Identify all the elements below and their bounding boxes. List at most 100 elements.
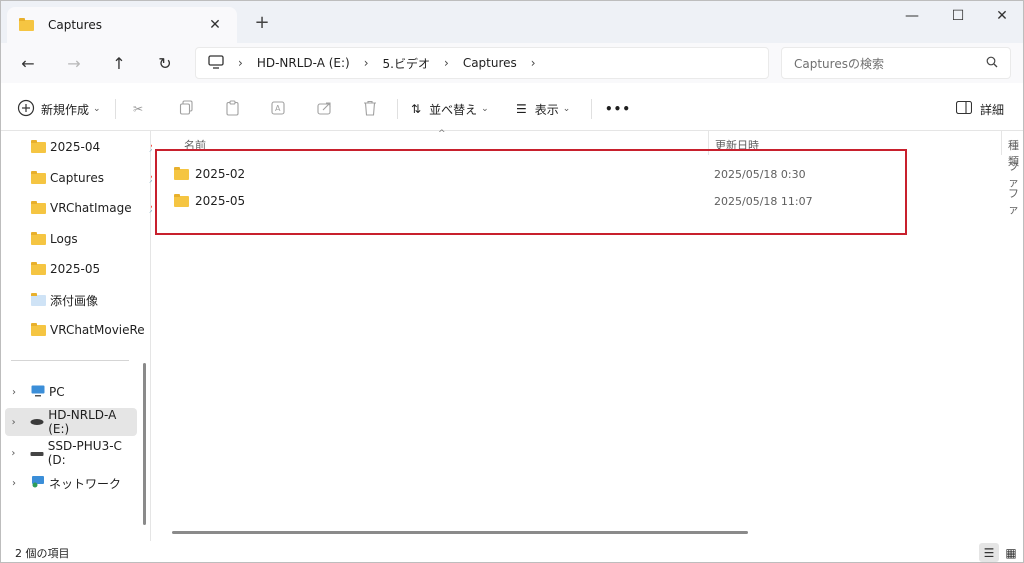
sidebar-item-label: ネットワーク [49, 476, 122, 491]
list-icon: ☰ [983, 545, 995, 560]
refresh-button[interactable]: ↻ [152, 50, 178, 76]
chevron-right-icon[interactable]: › [5, 478, 23, 489]
modified-date: 2025/05/18 0:30 [714, 167, 806, 181]
tab-title: Captures [48, 18, 102, 32]
sidebar-item-label: 添付画像 [50, 293, 99, 308]
file-name: 2025-02 [195, 167, 246, 181]
view-list-icon: ☰ [516, 102, 527, 116]
details-label: 詳細 [980, 102, 1005, 117]
minimize-button[interactable]: — [889, 1, 935, 31]
forward-button[interactable]: → [61, 50, 87, 76]
trash-icon [363, 100, 377, 119]
search-icon [986, 56, 998, 71]
table-row[interactable]: 2025-02 2025/05/18 0:30 ファ [166, 160, 1023, 189]
pc-icon [31, 385, 45, 400]
chevron-right-icon: › [363, 56, 369, 70]
back-button[interactable]: ← [15, 50, 41, 76]
sidebar-item-logs[interactable]: Logs [31, 225, 163, 253]
sidebar-item-hd-nrld-a[interactable]: › HD-NRLD-A (E:) [5, 408, 137, 436]
tiles-view-button[interactable]: ▦ [1001, 543, 1021, 562]
sidebar-item-vrchatimage[interactable]: VRChatImage 📌 [31, 194, 163, 222]
new-button-label: 新規作成 [41, 102, 90, 117]
new-button[interactable]: 新規作成 ⌄ [17, 95, 101, 123]
details-pane-button[interactable]: 詳細 [955, 95, 1005, 123]
rename-icon: A [271, 100, 287, 119]
svg-text:A: A [275, 104, 281, 113]
file-name: 2025-05 [195, 194, 246, 208]
sidebar-item-2025-04[interactable]: 2025-04 📌 [31, 133, 163, 161]
breadcrumb-captures[interactable]: Captures [463, 56, 517, 70]
divider [115, 99, 116, 119]
network-icon [31, 475, 45, 491]
divider [397, 99, 398, 119]
file-explorer-window: Captures ✕ + — ☐ ✕ ← → ↑ ↻ › HD-NRLD-A (… [0, 0, 1024, 563]
sidebar-item-ssd-phu3-c[interactable]: › SSD-PHU3-C (D: [5, 439, 137, 467]
close-window-button[interactable]: ✕ [979, 1, 1023, 31]
chevron-down-icon: ⌄ [562, 104, 571, 114]
folder-icon [31, 200, 46, 214]
sidebar-item-attachments[interactable]: 添付画像 [31, 286, 163, 314]
grid-icon: ▦ [1005, 545, 1017, 560]
breadcrumb-drive[interactable]: HD-NRLD-A (E:) [257, 56, 350, 70]
modified-date: 2025/05/18 11:07 [714, 194, 813, 208]
sort-button-label: 並べ替え [429, 102, 478, 117]
sidebar-item-label: PC [49, 385, 65, 399]
folder-icon [174, 166, 189, 180]
sidebar-scrollbar[interactable] [143, 363, 146, 525]
paste-button[interactable] [225, 95, 240, 123]
drive-icon [30, 415, 44, 429]
chevron-right-icon[interactable]: › [5, 387, 23, 398]
sort-icon: ⇅ [411, 102, 422, 116]
folder-icon [174, 193, 189, 207]
sidebar-item-captures[interactable]: Captures 📌 [31, 164, 163, 192]
chevron-right-icon[interactable]: › [5, 417, 22, 428]
sidebar-item-2025-05[interactable]: 2025-05 [31, 255, 163, 283]
horizontal-scrollbar[interactable] [172, 531, 748, 534]
details-view-button[interactable]: ☰ [979, 543, 999, 562]
divider [591, 99, 592, 119]
cut-button[interactable]: ✂ [133, 95, 143, 123]
chevron-right-icon[interactable]: › [5, 448, 22, 459]
search-placeholder: Capturesの検索 [794, 56, 884, 71]
chevron-down-icon: ⌄ [481, 104, 489, 114]
rename-button[interactable]: A [271, 95, 287, 123]
plus-circle-icon [17, 99, 35, 120]
breadcrumb-video[interactable]: 5.ビデオ [383, 55, 430, 72]
delete-button[interactable] [363, 95, 377, 123]
chevron-down-icon: ⌄ [93, 104, 101, 114]
folder-icon [31, 261, 46, 275]
sidebar-item-vrchatmovie[interactable]: VRChatMovieRe [31, 316, 163, 344]
sidebar-item-label: SSD-PHU3-C (D: [47, 439, 122, 467]
folder-icon [31, 322, 46, 336]
up-button[interactable]: ↑ [106, 50, 132, 76]
navigation-bar: ← → ↑ ↻ › HD-NRLD-A (E:) › 5.ビデオ › Captu… [1, 43, 1023, 83]
scissors-icon: ✂ [133, 102, 144, 116]
more-options-button[interactable]: ••• [605, 95, 631, 123]
share-button[interactable] [317, 95, 333, 123]
file-type: ファ [1008, 187, 1019, 216]
view-button[interactable]: ☰ 表示 ⌄ [516, 95, 570, 123]
tab-close-button[interactable]: ✕ [205, 17, 225, 33]
monitor-icon [208, 54, 224, 72]
sidebar-item-label: Logs [50, 232, 78, 246]
table-row[interactable]: 2025-05 2025/05/18 11:07 ファ [166, 187, 1023, 216]
file-list: ^ 名前 更新日時 種類 2025-02 2025/05/18 0:30 ファ … [152, 129, 1023, 541]
sidebar-item-pc[interactable]: › PC [5, 378, 137, 406]
copy-button[interactable] [179, 95, 194, 123]
chevron-right-icon: › [444, 56, 449, 70]
view-button-label: 表示 [534, 102, 559, 117]
navigation-pane: 2025-04 📌 Captures 📌 VRChatImage 📌 Logs … [1, 131, 161, 541]
new-tab-button[interactable]: + [251, 12, 273, 34]
sort-button[interactable]: ⇅ 並べ替え ⌄ [411, 95, 489, 123]
column-divider[interactable] [1001, 131, 1002, 155]
sidebar-item-label: VRChatMovieRe [50, 323, 145, 337]
maximize-button[interactable]: ☐ [935, 1, 981, 31]
address-bar[interactable]: › HD-NRLD-A (E:) › 5.ビデオ › Captures › [195, 47, 769, 79]
clipboard-icon [225, 99, 240, 119]
tab-captures[interactable]: Captures ✕ [7, 7, 237, 43]
title-bar: Captures ✕ + — ☐ ✕ [1, 1, 1023, 43]
item-count: 2 個の項目 [15, 547, 70, 560]
chevron-right-icon[interactable]: › [531, 56, 536, 70]
search-input[interactable]: Capturesの検索 [781, 47, 1011, 79]
sidebar-item-network[interactable]: › ネットワーク [5, 469, 137, 497]
